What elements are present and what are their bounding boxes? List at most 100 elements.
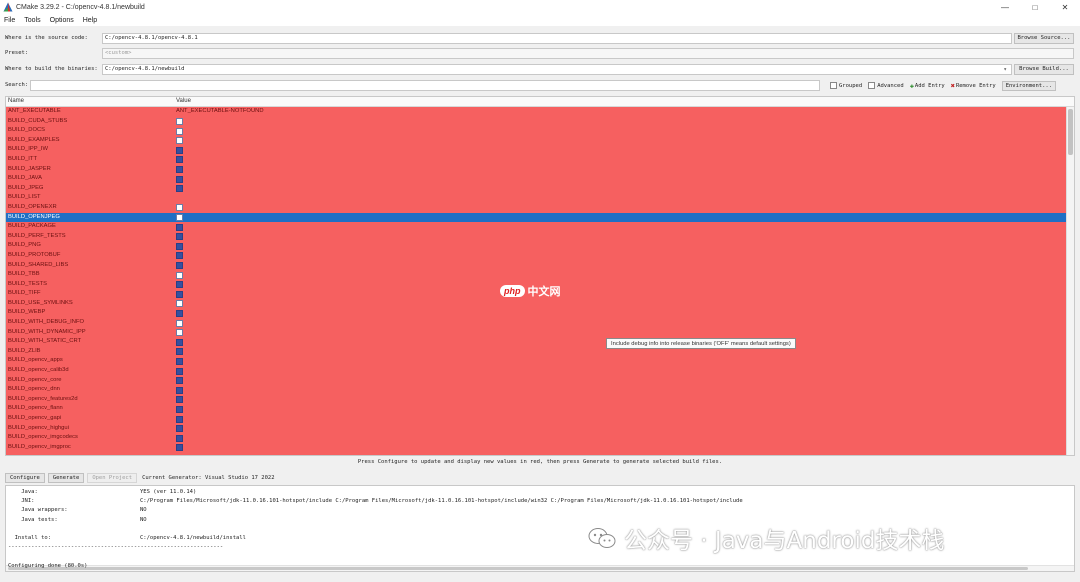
table-row[interactable]: BUILD_opencv_core — [6, 376, 1068, 386]
close-button[interactable]: ✕ — [1050, 0, 1080, 14]
table-row[interactable]: BUILD_opencv_imgcodecs — [6, 433, 1068, 443]
table-row[interactable]: BUILD_SHARED_LIBS — [6, 261, 1068, 271]
table-row[interactable]: BUILD_USE_SYMLINKS — [6, 299, 1068, 309]
table-row[interactable]: BUILD_PACKAGE — [6, 222, 1068, 232]
browse-build-button[interactable]: Browse Build... — [1014, 63, 1074, 75]
advanced-check-box[interactable] — [868, 82, 876, 89]
menu-file[interactable]: File — [4, 17, 15, 24]
table-row[interactable]: BUILD_OPENJPEG — [6, 212, 1068, 223]
table-row[interactable]: BUILD_opencv_gapi — [6, 414, 1068, 424]
table-row[interactable]: BUILD_JPEG — [6, 184, 1068, 194]
row-checkbox[interactable] — [176, 214, 183, 222]
row-checkbox[interactable] — [176, 386, 183, 394]
build-row: Where to build the binaries: C:/opencv-4… — [0, 62, 1080, 76]
row-checkbox[interactable] — [176, 146, 183, 154]
table-row[interactable]: BUILD_opencv_imgproc — [6, 443, 1068, 453]
row-checkbox[interactable] — [176, 223, 183, 231]
row-checkbox[interactable] — [176, 329, 183, 337]
table-row[interactable]: BUILD_ZLIB — [6, 347, 1068, 357]
row-checkbox[interactable] — [176, 338, 183, 346]
search-input[interactable] — [30, 79, 820, 91]
table-row[interactable]: BUILD_opencv_highgui — [6, 424, 1068, 434]
row-checkbox[interactable] — [176, 242, 183, 250]
row-checkbox[interactable] — [176, 127, 183, 135]
table-row[interactable]: BUILD_JAVA — [6, 174, 1068, 184]
grouped-check-box[interactable] — [830, 82, 837, 89]
table-row[interactable]: BUILD_PROTOBUF — [6, 251, 1068, 261]
row-checkbox[interactable] — [176, 444, 183, 452]
row-checkbox[interactable] — [176, 290, 183, 298]
maximize-button[interactable]: □ — [1020, 0, 1050, 14]
table-row[interactable]: BUILD_OPENEXR — [6, 203, 1068, 213]
row-checkbox[interactable] — [176, 271, 183, 279]
hscroll-thumb[interactable] — [8, 567, 1028, 570]
column-header-value[interactable]: Value — [176, 98, 191, 104]
environment-button[interactable]: Environment... — [1001, 80, 1057, 91]
table-row[interactable]: BUILD_opencv_calib3d — [6, 366, 1068, 376]
table-row[interactable]: BUILD_WITH_DEBUG_INFO — [6, 318, 1068, 328]
row-checkbox[interactable] — [176, 405, 183, 413]
remove-entry-button[interactable]: ✖ Remove Entry — [951, 82, 996, 90]
row-checkbox[interactable] — [176, 175, 183, 183]
column-header-name[interactable]: Name — [8, 98, 24, 104]
row-checkbox[interactable] — [176, 434, 183, 442]
row-checkbox[interactable] — [176, 415, 183, 423]
table-row[interactable]: BUILD_WITH_DYNAMIC_IPP — [6, 328, 1068, 338]
row-checkbox[interactable] — [176, 300, 183, 308]
open-project-button[interactable]: Open Project — [87, 473, 138, 483]
horizontal-scrollbar[interactable] — [6, 565, 1074, 571]
table-row[interactable]: BUILD_opencv_apps — [6, 356, 1068, 366]
table-row[interactable]: BUILD_WITH_STATIC_CRT — [6, 337, 1068, 347]
table-row[interactable]: BUILD_IPP_IW — [6, 145, 1068, 155]
preset-select[interactable]: <custom> — [102, 47, 1074, 59]
table-row[interactable]: ANT_EXECUTABLE ANT_EXECUTABLE-NOTFOUND — [6, 107, 1068, 117]
row-checkbox[interactable] — [176, 185, 183, 193]
generate-button[interactable]: Generate — [47, 473, 85, 483]
row-checkbox[interactable] — [176, 348, 183, 356]
table-row[interactable]: BUILD_TBB — [6, 270, 1068, 280]
table-row[interactable]: BUILD_opencv_flann — [6, 404, 1068, 414]
row-checkbox[interactable] — [176, 377, 183, 385]
row-checkbox[interactable] — [176, 425, 183, 433]
row-checkbox[interactable] — [176, 252, 183, 260]
row-checkbox[interactable] — [176, 262, 183, 269]
minimize-button[interactable]: — — [990, 0, 1020, 14]
row-value[interactable]: ANT_EXECUTABLE-NOTFOUND — [176, 108, 264, 114]
row-checkbox[interactable] — [176, 281, 183, 289]
table-row[interactable]: BUILD_opencv_features2d — [6, 395, 1068, 405]
build-input[interactable]: C:/opencv-4.8.1/newbuild ▾ — [102, 63, 1012, 75]
row-checkbox[interactable] — [176, 137, 183, 145]
table-row[interactable]: BUILD_PERF_TESTS — [6, 232, 1068, 242]
browse-source-button[interactable]: Browse Source... — [1014, 32, 1074, 44]
table-row[interactable]: BUILD_PNG — [6, 241, 1068, 251]
row-checkbox[interactable] — [176, 233, 183, 241]
table-row[interactable]: BUILD_JASPER — [6, 165, 1068, 175]
table-row[interactable]: BUILD_CUDA_STUBS — [6, 117, 1068, 127]
row-checkbox[interactable] — [176, 367, 183, 375]
row-checkbox[interactable] — [176, 319, 183, 327]
row-checkbox[interactable] — [176, 166, 183, 174]
table-row[interactable]: BUILD_EXAMPLES — [6, 136, 1068, 146]
table-row[interactable]: BUILD_DOCS — [6, 126, 1068, 136]
table-row[interactable]: BUILD_opencv_dnn — [6, 385, 1068, 395]
advanced-checkbox[interactable]: Advanced — [868, 82, 904, 89]
source-input[interactable]: C:/opencv-4.8.1/opencv-4.8.1 — [102, 32, 1012, 44]
table-row[interactable]: BUILD_LIST — [6, 193, 1068, 203]
table-row[interactable]: BUILD_ITT — [6, 155, 1068, 165]
row-checkbox[interactable] — [176, 396, 183, 404]
chevron-down-icon[interactable]: ▾ — [1003, 66, 1007, 73]
add-entry-button[interactable]: ✚ Add Entry — [910, 82, 945, 90]
table-row[interactable]: BUILD_WEBP — [6, 308, 1068, 318]
grouped-checkbox[interactable]: Grouped — [830, 82, 862, 89]
configure-button[interactable]: Configure — [5, 473, 45, 483]
menu-help[interactable]: Help — [83, 17, 97, 24]
row-checkbox[interactable] — [176, 204, 183, 212]
row-checkbox[interactable] — [176, 357, 183, 365]
scrollbar-thumb[interactable] — [1068, 109, 1073, 155]
row-checkbox[interactable] — [176, 309, 183, 317]
vertical-scrollbar[interactable] — [1066, 107, 1074, 455]
menu-options[interactable]: Options — [50, 17, 74, 24]
menu-tools[interactable]: Tools — [24, 17, 40, 24]
row-checkbox[interactable] — [176, 118, 183, 126]
row-checkbox[interactable] — [176, 156, 183, 164]
